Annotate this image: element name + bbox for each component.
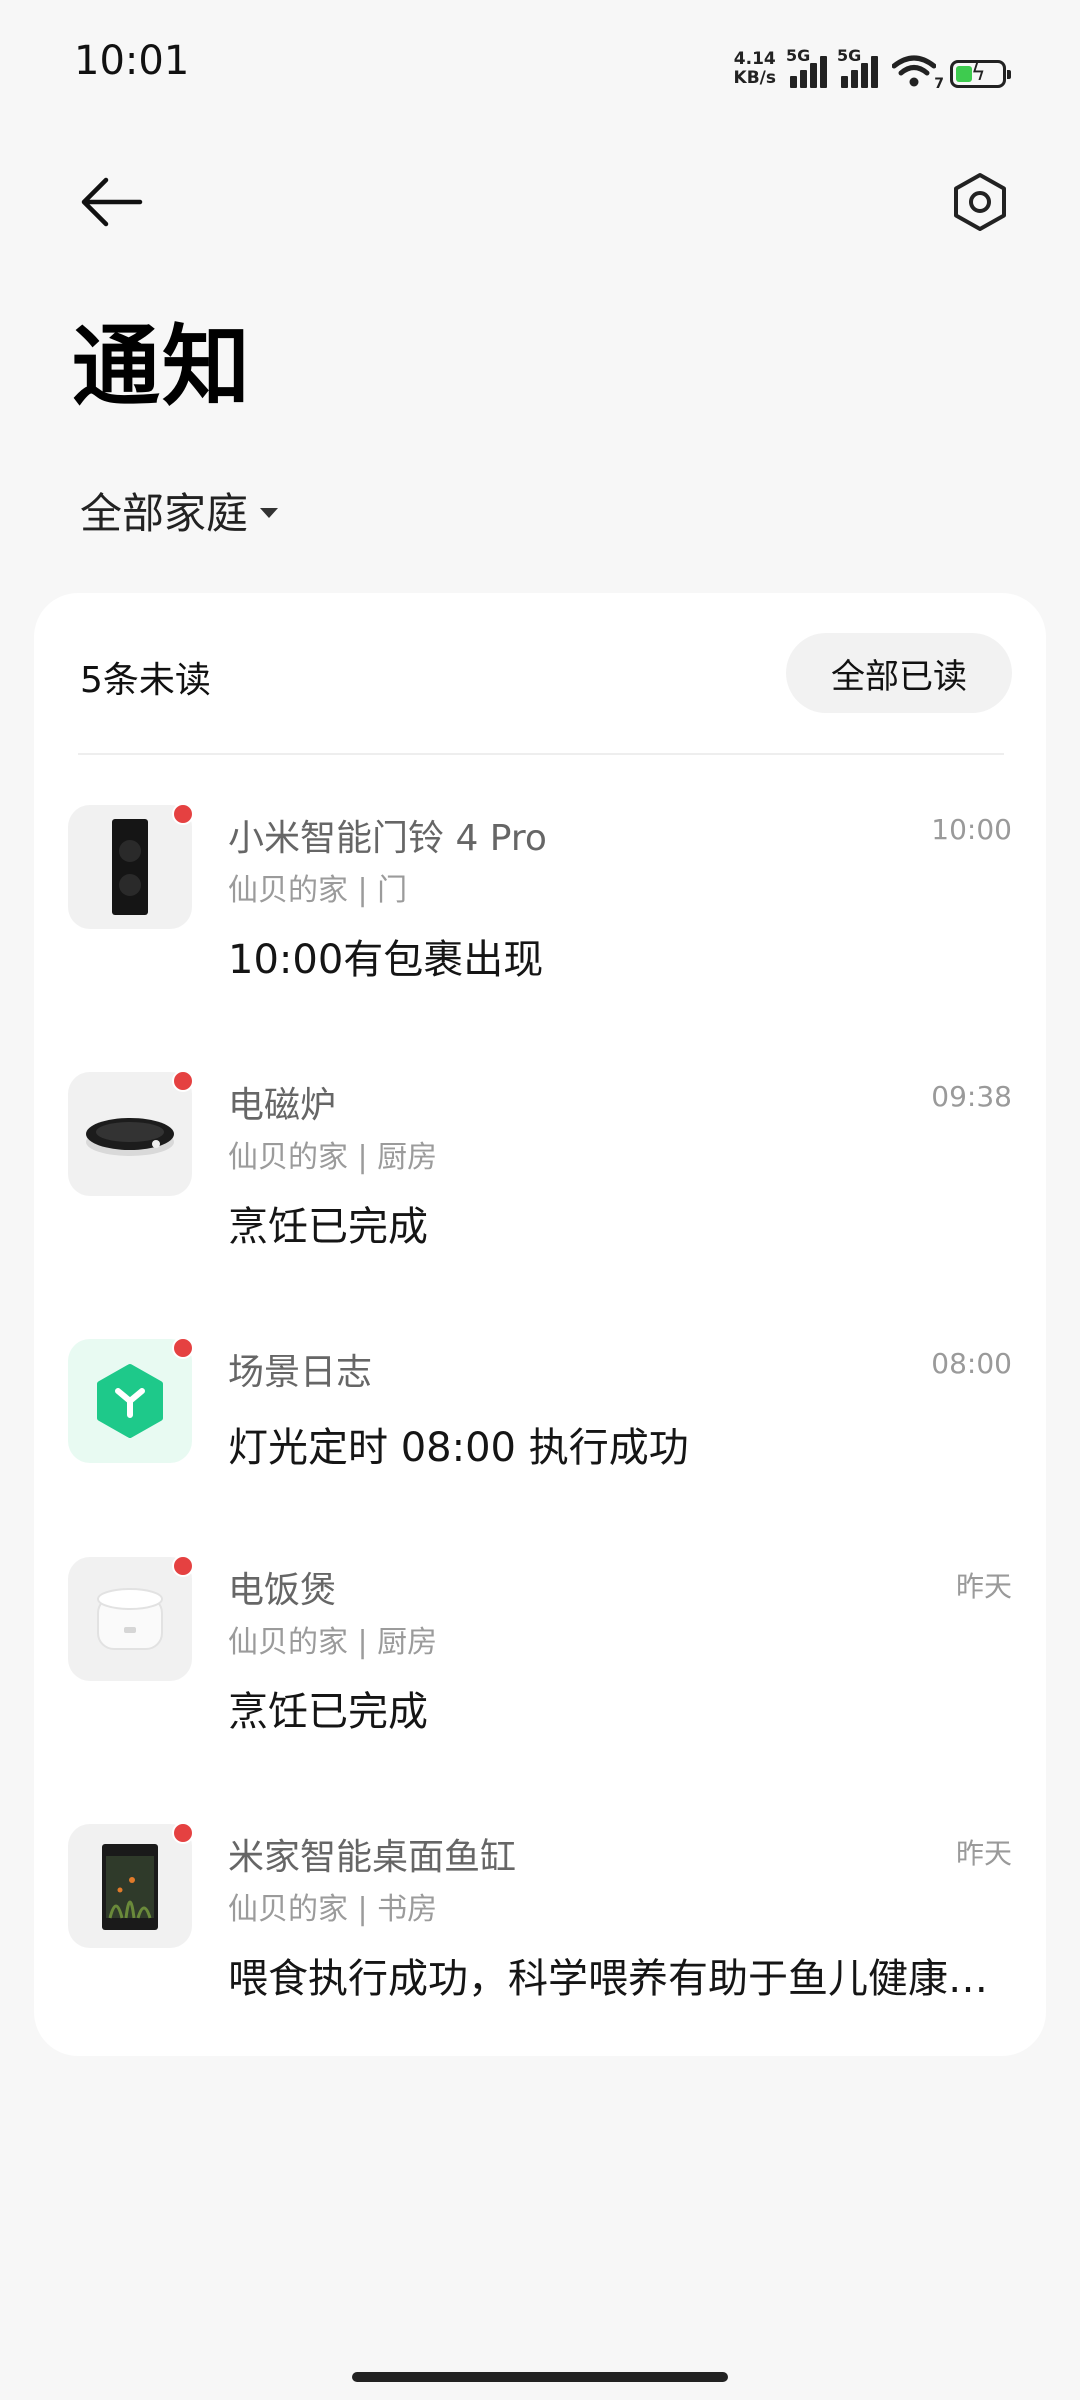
- cellular-signal-2-icon: 5G: [837, 46, 878, 88]
- unread-dot: [172, 1070, 194, 1092]
- rice-cooker-icon: [68, 1555, 194, 1681]
- status-bar: 10:01 4.14 KB/s 5G 5G 7 ϟ: [0, 0, 1080, 130]
- unread-dot: [172, 1555, 194, 1577]
- notification-message: 烹饪已完成: [228, 1689, 428, 1735]
- device-name: 米家智能桌面鱼缸: [228, 1837, 517, 1878]
- notification-item-scene-log[interactable]: 场景日志 08:00 灯光定时 08:00 执行成功: [34, 1337, 1046, 1509]
- scene-log-icon: [68, 1337, 194, 1463]
- unread-dot: [172, 1337, 194, 1359]
- notification-time: 昨天: [955, 1570, 1012, 1603]
- home-filter-dropdown[interactable]: 全部家庭: [80, 480, 279, 541]
- device-location: 仙贝的家 | 厨房: [228, 1140, 438, 1175]
- settings-button[interactable]: [948, 170, 1012, 234]
- home-indicator[interactable]: [352, 2372, 728, 2382]
- card-header: 5条未读 全部已读: [80, 633, 1012, 713]
- network-speed: 4.14 KB/s: [733, 49, 776, 88]
- device-name: 电磁炉: [228, 1085, 337, 1126]
- notification-item-doorbell[interactable]: 小米智能门铃 4 Pro 10:00 仙贝的家 | 门 10:00有包裹出现: [34, 803, 1046, 1005]
- device-location: 仙贝的家 | 书房: [228, 1892, 438, 1927]
- device-location: 仙贝的家 | 厨房: [228, 1625, 438, 1660]
- notification-time: 昨天: [955, 1837, 1012, 1870]
- notification-card: 5条未读 全部已读 小米智能门铃 4 Pro 10:00 仙贝的家 | 门 10…: [34, 593, 1046, 2056]
- caret-down-icon: [260, 507, 279, 518]
- notification-message: 灯光定时 08:00 执行成功: [228, 1425, 689, 1471]
- back-arrow-icon: [81, 177, 143, 227]
- notification-message: 喂食执行成功，科学喂养有助于鱼儿健康成长: [228, 1956, 1018, 2002]
- scene-log-name: 场景日志: [228, 1352, 373, 1393]
- cellular-signal-1-icon: 5G: [786, 46, 827, 88]
- notification-message: 烹饪已完成: [228, 1204, 428, 1250]
- divider: [78, 753, 1004, 755]
- notification-time: 08:00: [931, 1347, 1012, 1380]
- notification-message: 10:00有包裹出现: [228, 937, 544, 983]
- home-filter-label: 全部家庭: [80, 489, 249, 538]
- notification-item-fish-tank[interactable]: 米家智能桌面鱼缸 昨天 仙贝的家 | 书房 喂食执行成功，科学喂养有助于鱼儿健康…: [34, 1822, 1046, 2024]
- mark-all-read-button[interactable]: 全部已读: [786, 633, 1012, 713]
- back-button[interactable]: [80, 170, 144, 234]
- notification-item-induction-cooker[interactable]: 电磁炉 09:38 仙贝的家 | 厨房 烹饪已完成: [34, 1070, 1046, 1272]
- battery-icon: ϟ: [950, 60, 1011, 88]
- unread-count: 5条未读: [80, 660, 211, 701]
- settings-icon: [954, 173, 1006, 231]
- device-location: 仙贝的家 | 门: [228, 873, 408, 908]
- notification-time: 09:38: [931, 1080, 1012, 1113]
- notification-item-rice-cooker[interactable]: 电饭煲 昨天 仙贝的家 | 厨房 烹饪已完成: [34, 1555, 1046, 1757]
- status-time: 10:01: [74, 38, 190, 84]
- unread-dot: [172, 1822, 194, 1844]
- device-name: 电饭煲: [228, 1570, 337, 1611]
- wifi-icon: 7: [891, 54, 944, 92]
- page-title: 通知: [72, 315, 253, 418]
- status-icons: 4.14 KB/s 5G 5G 7 ϟ: [733, 38, 1011, 92]
- unread-dot: [172, 803, 194, 825]
- fish-tank-icon: [68, 1822, 194, 1948]
- device-name: 小米智能门铃 4 Pro: [228, 818, 547, 859]
- doorbell-icon: [68, 803, 194, 929]
- notification-time: 10:00: [931, 813, 1012, 846]
- induction-cooker-icon: [68, 1070, 194, 1196]
